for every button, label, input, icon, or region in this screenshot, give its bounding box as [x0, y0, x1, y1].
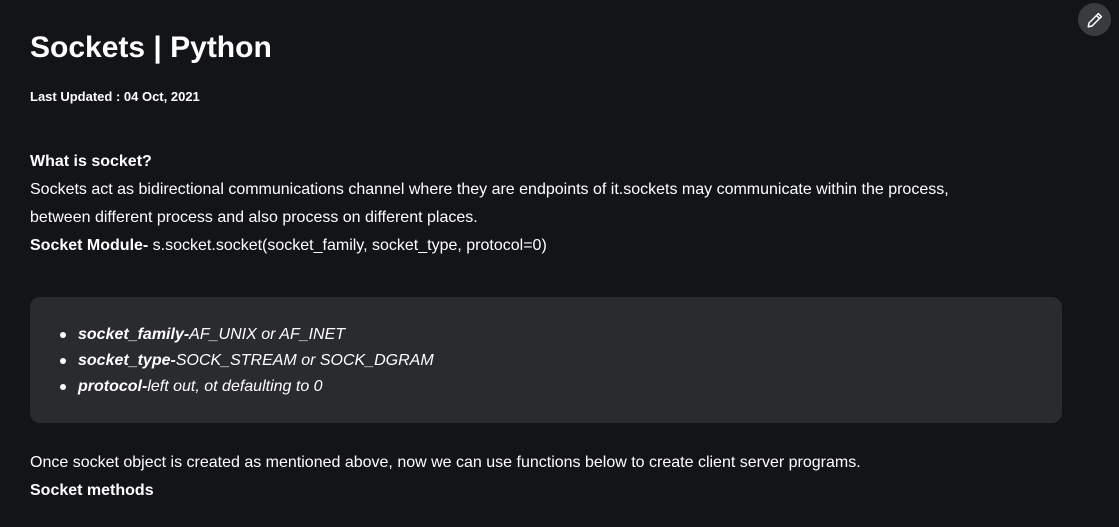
param-term: socket_type-: [78, 352, 176, 369]
bullet-icon: [60, 332, 66, 338]
bullet-icon: [60, 384, 66, 390]
params-box: socket_family-AF_UNIX or AF_INET socket_…: [30, 297, 1062, 423]
param-term: socket_family-: [78, 326, 190, 343]
list-item: protocol-left out, ot defaulting to 0: [60, 374, 434, 400]
article-continued: Once socket object is created as mention…: [30, 449, 1070, 505]
intro-line-2: between different process and also proce…: [30, 209, 478, 226]
bullet-icon: [60, 358, 66, 364]
section-heading-socket-methods: Socket methods: [30, 482, 154, 499]
param-desc: left out, ot defaulting to 0: [147, 378, 323, 395]
socket-module-line: Socket Module- s.socket.socket(socket_fa…: [30, 232, 1070, 260]
edit-button[interactable]: [1078, 3, 1111, 36]
section-heading-what-is-socket: What is socket?: [30, 153, 152, 170]
intro-line-1: Sockets act as bidirectional communicati…: [30, 181, 949, 198]
list-item: socket_family-AF_UNIX or AF_INET: [60, 322, 434, 348]
last-updated: Last Updated : 04 Oct, 2021: [30, 89, 200, 104]
socket-module-code: s.socket.socket(socket_family, socket_ty…: [148, 237, 547, 254]
param-desc: AF_UNIX or AF_INET: [189, 326, 346, 343]
params-list: socket_family-AF_UNIX or AF_INET socket_…: [60, 322, 434, 400]
article-body: What is socket? Sockets act as bidirecti…: [30, 148, 1070, 260]
param-term: protocol-: [78, 378, 148, 395]
pencil-icon: [1086, 11, 1104, 29]
socket-module-label: Socket Module-: [30, 237, 149, 254]
list-item: socket_type-SOCK_STREAM or SOCK_DGRAM: [60, 348, 434, 374]
after-paragraph: Once socket object is created as mention…: [30, 454, 861, 471]
param-desc: SOCK_STREAM or SOCK_DGRAM: [175, 352, 434, 369]
page-title: Sockets | Python: [30, 31, 272, 64]
